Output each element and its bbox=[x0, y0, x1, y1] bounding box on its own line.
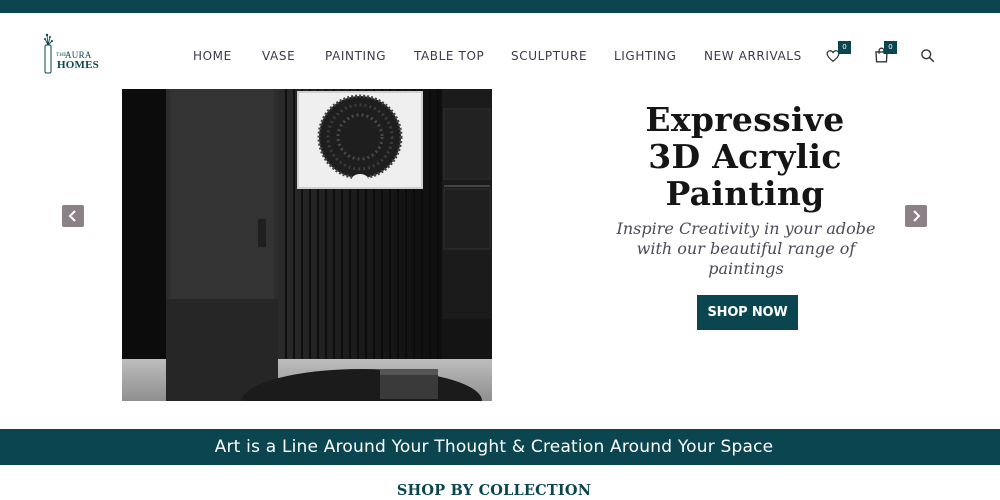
slider-next-button[interactable] bbox=[905, 205, 927, 227]
cart-count-badge: 0 bbox=[884, 41, 897, 54]
hero-headline-line-2: 3D Acrylic bbox=[648, 137, 842, 176]
chevron-left-icon bbox=[68, 210, 76, 222]
nav-vase[interactable]: VASE bbox=[262, 49, 295, 63]
quote-banner-text: Art is a Line Around Your Thought & Crea… bbox=[214, 437, 774, 457]
nav-table-top[interactable]: TABLE TOP bbox=[414, 49, 484, 63]
logo-text-homes: HOMES bbox=[57, 59, 99, 71]
nav-sculpture[interactable]: SCULPTURE bbox=[511, 49, 587, 63]
hero-tagline-line-2: with our beautiful range of bbox=[636, 239, 856, 258]
hero-tagline: Inspire Creativity in your adobe with ou… bbox=[598, 219, 894, 279]
hero-headline: Expressive 3D Acrylic Painting bbox=[600, 101, 890, 212]
search-icon bbox=[921, 49, 935, 63]
hero-slide-image bbox=[122, 89, 492, 401]
brand-logo[interactable]: THE AURA HOMES bbox=[42, 32, 102, 74]
chevron-right-icon bbox=[913, 210, 921, 222]
shop-now-button[interactable]: SHOP NOW bbox=[697, 295, 798, 330]
top-accent-strip bbox=[0, 0, 1000, 13]
hero-tagline-line-3: paintings bbox=[708, 259, 784, 278]
collection-section-title: SHOP BY COLLECTION bbox=[396, 482, 592, 499]
nav-new-arrivals[interactable]: NEW ARRIVALS bbox=[704, 49, 802, 63]
hero-headline-line-1: Expressive bbox=[645, 100, 845, 139]
quote-banner: Art is a Line Around Your Thought & Crea… bbox=[0, 429, 1000, 465]
nav-home[interactable]: HOME bbox=[193, 49, 232, 63]
wishlist-count-badge: 0 bbox=[838, 41, 851, 54]
nav-painting[interactable]: PAINTING bbox=[325, 49, 386, 63]
hero-headline-line-3: Painting bbox=[665, 174, 825, 213]
slider-prev-button[interactable] bbox=[62, 205, 84, 227]
search-button[interactable] bbox=[920, 48, 936, 64]
nav-lighting[interactable]: LIGHTING bbox=[614, 49, 677, 63]
dark-interior-painting-image bbox=[122, 89, 492, 401]
hero-tagline-line-1: Inspire Creativity in your adobe bbox=[616, 219, 876, 238]
